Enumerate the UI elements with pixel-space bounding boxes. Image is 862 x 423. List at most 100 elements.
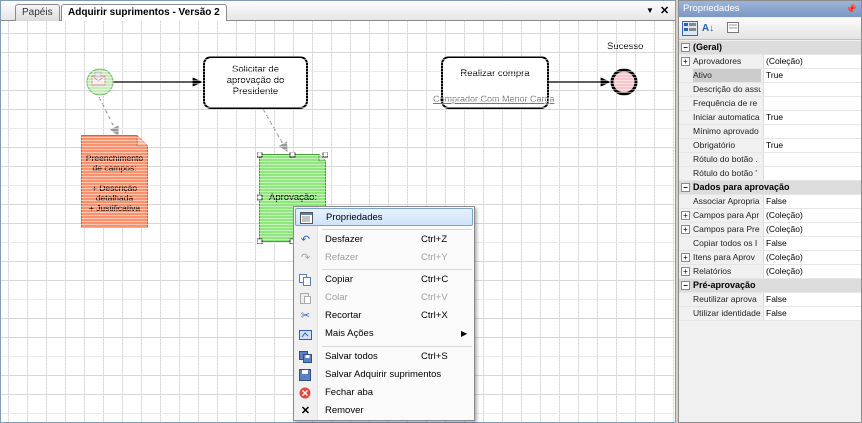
property-row[interactable]: Rótulo do botão . (679, 153, 861, 167)
undo-icon: ↶ (300, 234, 311, 246)
expand-icon[interactable]: + (681, 225, 690, 234)
property-row[interactable]: Ativo True (679, 69, 861, 83)
menu-item-fechar-aba[interactable]: Fechar aba (295, 384, 473, 402)
expand-icon[interactable]: + (681, 211, 690, 220)
property-row[interactable]: Iniciar automatica True (679, 111, 861, 125)
annotation-preenchimento[interactable]: Preenchimento de campos: + Descrição det… (81, 135, 148, 228)
property-row[interactable]: Reutilizar aprova False (679, 293, 861, 307)
tab-bar: Papéis Adquirir suprimentos - Versão 2 ▼… (1, 1, 675, 22)
save-all-icon (299, 351, 312, 363)
menu-item-shortcut: Ctrl+C (421, 274, 449, 285)
menu-item-desfazer[interactable]: ↶ Desfazer Ctrl+Z (295, 231, 473, 249)
property-row[interactable]: Obrigatório True (679, 139, 861, 153)
menu-item-recortar[interactable]: ✂ Recortar Ctrl+X (295, 307, 473, 325)
collapse-icon[interactable]: − (681, 281, 690, 290)
expand-icon[interactable]: + (681, 267, 690, 276)
menu-item-salvar-adquirir[interactable]: Salvar Adquirir suprimentos (295, 366, 473, 384)
property-row[interactable]: + Itens para Aprov (Coleção) (679, 251, 861, 265)
end-event-label: Sucesso (607, 41, 644, 52)
category-pre-aprovacao[interactable]: − Pré-aprovação (679, 279, 861, 293)
property-row[interactable]: Copiar todos os I False (679, 237, 861, 251)
performer-link[interactable]: Comprador Com Menor Carga (433, 94, 555, 104)
property-name: Rótulo do botão . (693, 154, 758, 164)
menu-item-refazer[interactable]: ↷ Refazer Ctrl+Y (295, 249, 473, 267)
property-value[interactable]: (Coleção) (763, 265, 861, 278)
menu-item-salvar-todos[interactable]: Salvar todos Ctrl+S (295, 348, 473, 366)
menu-item-label: Remover (325, 405, 364, 416)
menu-item-copiar[interactable]: Copiar Ctrl+C (295, 271, 473, 289)
tab-papeis[interactable]: Papéis (15, 4, 60, 21)
menu-item-label: Fechar aba (325, 387, 374, 398)
property-row[interactable]: Associar Apropria False (679, 195, 861, 209)
menu-item-colar[interactable]: Colar Ctrl+V (295, 289, 473, 307)
properties-title: Propriedades 📌 (679, 1, 861, 17)
task-solicitar-label: Solicitar de aprovação do Presidente (226, 64, 285, 97)
property-row[interactable]: + Relatórios (Coleção) (679, 265, 861, 279)
property-row[interactable]: + Aprovadores (Coleção) (679, 55, 861, 69)
collapse-icon[interactable]: − (681, 43, 690, 52)
end-event[interactable] (610, 68, 638, 96)
copy-icon (299, 274, 312, 286)
menu-item-shortcut: Ctrl+V (421, 292, 448, 303)
property-value[interactable]: (Coleção) (763, 55, 861, 68)
categorized-view-icon[interactable] (682, 21, 698, 36)
menu-item-remover[interactable]: ✕ Remover (295, 402, 473, 420)
category-dados-aprovacao[interactable]: − Dados para aprovação (679, 181, 861, 195)
property-name: Copiar todos os I (693, 238, 758, 248)
property-value[interactable]: (Coleção) (763, 223, 861, 236)
remove-icon: ✕ (300, 405, 311, 417)
property-row[interactable]: Utilizar identidade False (679, 307, 861, 321)
context-menu: Propriedades ↶ Desfazer Ctrl+Z ↷ Refazer… (293, 206, 475, 421)
collapse-icon[interactable]: − (681, 183, 690, 192)
tab-adquirir-suprimentos[interactable]: Adquirir suprimentos - Versão 2 (61, 4, 227, 22)
property-row[interactable]: Mínimo aprovado (679, 125, 861, 139)
property-value[interactable]: False (763, 293, 861, 306)
pin-icon[interactable]: 📌 (846, 1, 857, 17)
property-value[interactable]: False (763, 307, 861, 320)
property-name: Campos para Pre (693, 224, 760, 234)
menu-item-shortcut: Ctrl+X (421, 310, 448, 321)
properties-panel: Propriedades 📌 A↓ − (Geral) + Aprovadore… (678, 0, 862, 423)
property-row[interactable]: Frequência de re (679, 97, 861, 111)
alphabetical-sort-icon[interactable]: A↓ (700, 21, 716, 36)
submenu-arrow-icon: ▶ (461, 329, 468, 338)
property-name: Obrigatório (693, 140, 736, 150)
property-value[interactable] (763, 153, 861, 166)
properties-toolbar: A↓ (679, 18, 861, 40)
menu-item-propriedades[interactable]: Propriedades (295, 208, 473, 226)
property-value[interactable]: True (763, 69, 861, 82)
property-pages-icon[interactable] (725, 21, 741, 36)
property-value[interactable] (763, 125, 861, 138)
property-row[interactable]: + Campos para Apr (Coleção) (679, 209, 861, 223)
property-value[interactable]: (Coleção) (763, 209, 861, 222)
property-value[interactable] (763, 83, 861, 96)
property-value[interactable]: True (763, 139, 861, 152)
property-name: Aprovadores (693, 56, 742, 66)
category-label: Dados para aprovação (693, 182, 790, 192)
property-value[interactable]: False (763, 195, 861, 208)
property-name: Reutilizar aprova (693, 294, 757, 304)
property-value[interactable] (763, 167, 861, 180)
property-value[interactable]: False (763, 237, 861, 250)
start-message-event[interactable] (85, 67, 115, 97)
paste-icon (299, 292, 312, 304)
close-tab-icon[interactable]: ✕ (660, 4, 669, 18)
property-value[interactable] (763, 97, 861, 110)
expand-icon[interactable]: + (681, 253, 690, 262)
property-name: Mínimo aprovado (693, 126, 759, 136)
menu-item-mais-acoes[interactable]: Mais Ações ▶ (295, 325, 473, 343)
property-row[interactable]: Descrição do assu (679, 83, 861, 97)
category-geral[interactable]: − (Geral) (679, 41, 861, 55)
property-value[interactable]: True (763, 111, 861, 124)
property-row[interactable]: Rótulo do botão ' (679, 167, 861, 181)
property-name: Iniciar automatica (693, 112, 760, 122)
menu-separator (322, 229, 472, 230)
menu-item-label: Salvar todos (325, 351, 378, 362)
property-row[interactable]: + Campos para Pre (Coleção) (679, 223, 861, 237)
cut-icon: ✂ (300, 310, 311, 322)
property-value[interactable]: (Coleção) (763, 251, 861, 264)
task-solicitar-aprovacao[interactable]: Solicitar de aprovação do Presidente (203, 56, 308, 109)
expand-icon[interactable]: + (681, 57, 690, 66)
tab-list-dropdown-icon[interactable]: ▼ (646, 4, 654, 18)
association-start-to-doc (98, 96, 119, 137)
